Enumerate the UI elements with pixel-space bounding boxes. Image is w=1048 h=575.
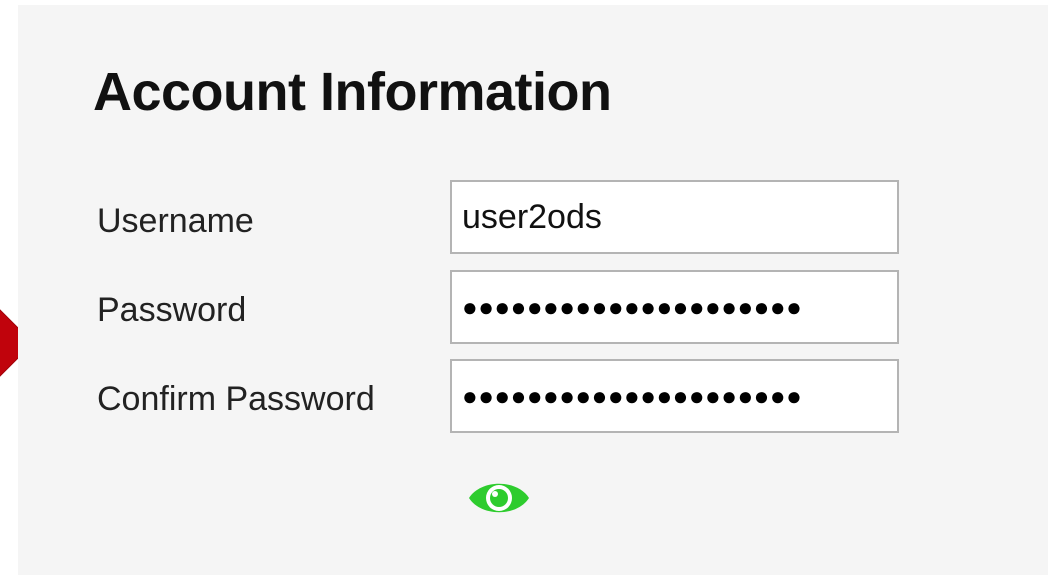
password-field[interactable]: ●●●●●●●●●●●●●●●●●●●●●	[450, 270, 899, 344]
username-field[interactable]: user2ods	[450, 180, 899, 254]
account-info-panel: Account Information Username user2ods Pa…	[18, 5, 1048, 575]
username-label: Username	[97, 202, 254, 240]
confirm-password-field[interactable]: ●●●●●●●●●●●●●●●●●●●●●	[450, 359, 899, 433]
page: Account Information Username user2ods Pa…	[0, 0, 1048, 575]
confirm-password-label: Confirm Password	[97, 380, 375, 418]
eye-icon[interactable]	[467, 475, 531, 521]
password-label: Password	[97, 291, 247, 329]
page-title: Account Information	[93, 62, 612, 122]
